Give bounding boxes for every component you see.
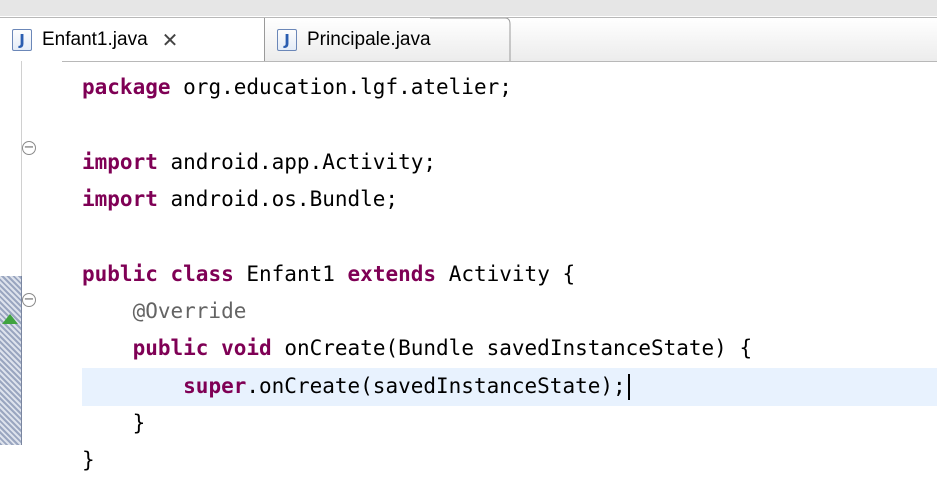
keyword: void (221, 336, 272, 360)
text-cursor (627, 374, 630, 400)
java-file-icon: J (277, 28, 297, 51)
code-text: } (132, 411, 146, 435)
keyword: package (82, 75, 171, 99)
code-line-class-declaration: public class Enfant1 extends Activity { (82, 256, 575, 294)
keyword: import (82, 150, 158, 174)
code-text: Activity { (436, 262, 576, 286)
folding-ruler: − − (22, 61, 62, 445)
code-editor[interactable]: package org.education.lgf.atelier; impor… (62, 61, 937, 472)
tab-label: Enfant1.java (42, 28, 148, 50)
tab-enfant1-java[interactable]: J Enfant1.java ✕ (0, 18, 265, 61)
code-text: onCreate(Bundle savedInstanceState) { (271, 336, 753, 360)
code-line-import: import android.app.Activity; (82, 144, 436, 182)
code-text: Enfant1 (233, 262, 348, 286)
keyword: import (82, 187, 158, 211)
fold-toggle-icon[interactable]: − (22, 141, 36, 155)
code-text: .onCreate(savedInstanceState); (246, 374, 626, 398)
editor-tab-strip: J Enfant1.java ✕ J Principale.java (0, 17, 937, 62)
code-line-package: package org.education.lgf.atelier; (82, 69, 512, 107)
code-line-close-brace: } (82, 442, 95, 480)
code-text: org.education.lgf.atelier; (170, 75, 512, 99)
keyword: public (82, 262, 158, 286)
tab-area-top (0, 0, 937, 16)
code-line-close-brace: } (82, 405, 146, 443)
code-line-super-call: super.onCreate(savedInstanceState); (82, 368, 630, 406)
code-text: android.app.Activity; (157, 150, 437, 174)
code-text: android.os.Bundle; (157, 187, 399, 211)
keyword: class (170, 262, 234, 286)
keyword: extends (347, 262, 437, 286)
java-file-icon: J (12, 28, 32, 51)
java-editor-window: J Enfant1.java ✕ J Principale.java − − p… (0, 0, 937, 472)
close-tab-icon[interactable]: ✕ (162, 28, 179, 52)
keyword: super (183, 374, 247, 398)
annotation: @Override (132, 299, 247, 323)
code-line-import: import android.os.Bundle; (82, 181, 398, 219)
overview-ruler-marker[interactable] (0, 276, 22, 445)
fold-toggle-icon[interactable]: − (22, 293, 36, 307)
tab-edge (430, 18, 511, 61)
code-text: } (82, 448, 95, 472)
code-line-method: public void onCreate(Bundle savedInstanc… (82, 330, 753, 368)
code-line-annotation: @Override (82, 293, 247, 331)
tab-label: Principale.java (307, 28, 431, 50)
keyword: public (132, 336, 209, 360)
warning-marker-icon[interactable] (2, 314, 18, 324)
